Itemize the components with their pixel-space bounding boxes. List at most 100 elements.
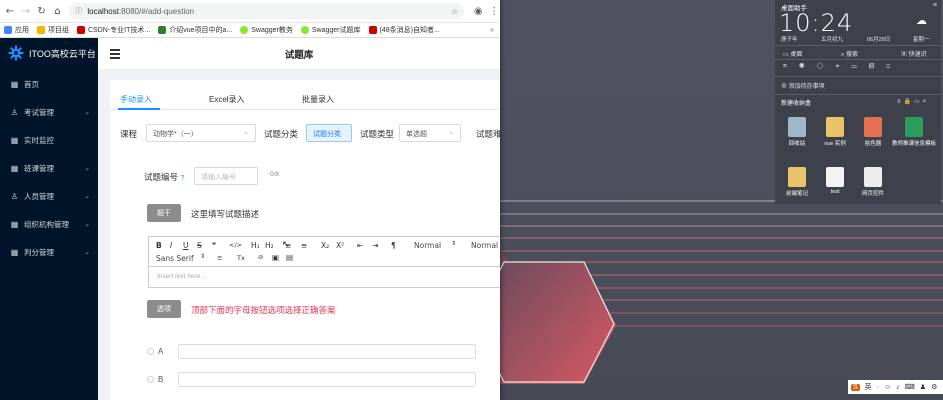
address-bar[interactable]: ⓘ localhost:8080/#/add-question ☆ <box>69 3 465 19</box>
chevron-down-icon: ⌄ <box>84 109 90 116</box>
bullet-list-button[interactable]: ≡ <box>301 241 307 250</box>
underline-button[interactable]: U <box>183 241 189 250</box>
sidebar-item-people[interactable]: ♙ 人员管理 ⌄ <box>0 182 98 210</box>
skin-icon[interactable]: ♟ <box>920 383 926 391</box>
add-todo-button[interactable]: ⊕ 添加待办事项 <box>781 81 825 90</box>
italic-button[interactable]: I <box>170 241 172 250</box>
browser-menu-icon[interactable]: ⋮ <box>488 5 500 17</box>
desktop-icon-recycle-bin[interactable]: 回收站 <box>777 117 817 147</box>
bookmark-apps[interactable]: 应用 <box>4 25 29 35</box>
menu-icon[interactable]: ≡ <box>933 2 937 9</box>
tab-batch[interactable]: 批量录入 <box>302 94 334 105</box>
type-select[interactable]: 单选题 ⌄ <box>399 124 461 142</box>
tab-quick[interactable]: ▣ 快速识 <box>901 49 927 58</box>
bookmark-swagger-question[interactable]: Swagger试题库 <box>300 25 361 35</box>
logo-text: ITOO高校云平台 <box>29 48 96 59</box>
info-icon[interactable]: ⓘ <box>75 6 82 16</box>
back-icon[interactable]: ← <box>4 5 16 17</box>
emoji-icon[interactable]: ☺ <box>884 384 891 391</box>
bookmark-csdn[interactable]: CSDN-专业IT技术... <box>77 25 150 35</box>
more-bookmarks-icon[interactable]: » <box>490 27 494 34</box>
superscript-button[interactable]: X² <box>336 241 344 250</box>
quote-button[interactable]: ❞ <box>212 241 216 250</box>
sidebar-item-grading[interactable]: ▦ 判分管理 ⌄ <box>0 238 98 266</box>
indent-button[interactable]: ⇥ <box>372 241 378 250</box>
subscript-button[interactable]: X₂ <box>321 241 329 250</box>
sidebar-item-exam[interactable]: ♙ 考试管理 ⌄ <box>0 98 98 126</box>
tab-manual[interactable]: 手动录入 <box>120 94 152 105</box>
settings-icon[interactable]: ⚙ <box>931 383 937 391</box>
desktop-icon-template[interactable]: 教师推课信息模板 <box>891 117 937 147</box>
h1-button[interactable]: H₁ <box>251 241 260 250</box>
option-b-label: B <box>158 375 164 384</box>
bookmark-swagger-edu[interactable]: Swagger教务 <box>240 25 293 35</box>
sidebar-item-org[interactable]: ▦ 组织机构管理 ⌄ <box>0 210 98 238</box>
clear-format-button[interactable]: Tx <box>237 254 245 262</box>
option-a-radio[interactable] <box>147 348 154 355</box>
options-button[interactable]: 选项 <box>147 300 181 318</box>
code-button[interactable]: </> <box>229 241 242 249</box>
desktop-icon-color-picker[interactable]: 拾色器 <box>853 117 893 147</box>
font-select[interactable]: Sans Serif <box>156 254 194 263</box>
tab-desktop[interactable]: ▭ 桌面 <box>783 49 802 58</box>
rich-editor-body[interactable]: Insert text here ... <box>148 266 500 288</box>
desktop-icon-vue[interactable]: vue 实例 <box>815 117 855 147</box>
outdent-button[interactable]: ⇤ <box>357 241 363 250</box>
sidebar-item-monitor[interactable]: ▦ 实时监控 <box>0 126 98 154</box>
size-select[interactable]: Normal <box>414 241 441 250</box>
account-icon[interactable]: ◉ <box>472 5 484 17</box>
sidebar-item-class[interactable]: ▦ 班课管理 ⌄ <box>0 154 98 182</box>
bookmark-messages[interactable]: (48条消息)自知者... <box>368 25 440 35</box>
option-a-label: A <box>158 347 164 356</box>
option-a-input[interactable] <box>178 344 476 359</box>
app-logo[interactable]: ITOO高校云平台 <box>0 38 98 68</box>
sidebar-item-home[interactable]: ▦ 首页 <box>0 70 98 98</box>
reload-icon[interactable]: ↻ <box>36 5 48 17</box>
tab-excel[interactable]: Excel录入 <box>209 94 245 105</box>
h2-button[interactable]: H₂ <box>265 241 274 250</box>
sogou-icon[interactable]: S <box>851 383 860 391</box>
tab-search[interactable]: ⌕ 搜索 <box>841 49 858 59</box>
bookmark-project-group[interactable]: 项目组 <box>37 25 69 35</box>
desktop-icon-test[interactable]: test <box>815 167 855 195</box>
user-icon: ♙ <box>10 107 19 117</box>
video-icon[interactable]: ▤ <box>286 253 293 262</box>
forward-icon[interactable]: → <box>20 5 32 17</box>
folder-controls[interactable]: ≡🔒▭× <box>897 98 929 105</box>
category-label: 试题分类 <box>264 129 299 139</box>
course-select[interactable]: 动物学*（一） ⌄ <box>146 124 256 142</box>
option-b-input[interactable] <box>178 372 476 387</box>
category-select[interactable]: 试题分类 <box>306 124 352 142</box>
help-icon[interactable]: ? <box>180 175 184 182</box>
strike-button[interactable]: S <box>197 241 202 250</box>
option-b-radio[interactable] <box>147 376 154 383</box>
mic-icon[interactable]: ♪ <box>896 384 900 391</box>
bold-button[interactable]: B <box>156 241 162 250</box>
link-icon[interactable]: ⊘ <box>258 253 263 261</box>
ime-taskbar: S 英 · ☺ ♪ ⌨ ♟ ⚙ <box>848 380 943 394</box>
code-input[interactable]: 请输入编号 <box>194 167 258 185</box>
punctuation-icon[interactable]: · <box>877 384 879 391</box>
assistant-tool-icons[interactable]: ⌗◉◇⌖▭▨◻ <box>783 63 902 71</box>
logo-gear-icon <box>8 45 24 61</box>
rtl-button[interactable]: ¶ <box>391 241 396 250</box>
code-counter: 0/8 <box>270 171 280 178</box>
bookmark-star-icon[interactable]: ☆ <box>451 7 458 16</box>
desktop-icon-notes[interactable]: 前端笔记 <box>777 167 817 197</box>
main-content: 手动录入 Excel录入 批量录入 课程 动物学*（一） ⌄ 试题分类 试题分类 … <box>98 70 500 400</box>
align-button[interactable]: ≡ <box>217 254 222 262</box>
keyboard-icon[interactable]: ⌨ <box>905 383 915 391</box>
tab-active-indicator <box>118 108 160 110</box>
stem-button[interactable]: 题干 <box>147 204 181 222</box>
chevron-down-icon: ⌄ <box>84 221 90 228</box>
options-hint: 顶部下面的字母按钮选项选择正确答案 <box>191 305 336 315</box>
weather-icon[interactable]: ☁ <box>916 14 927 27</box>
header-select[interactable]: Normal <box>471 241 498 250</box>
home-icon[interactable]: ⌂ <box>52 5 64 17</box>
image-icon[interactable]: ▣ <box>272 253 279 262</box>
desktop-icon-web-control[interactable]: 网页控件 <box>853 167 893 197</box>
chevron-updown-icon: ⇕ <box>451 240 457 247</box>
rich-editor-toolbar: B I U S ❞ </> H₁ H₂ ≡ ≡ X₂ X² ⇤ ⇥ ¶ Norm… <box>148 236 500 266</box>
bookmark-vue-intro[interactable]: 介绍vue项目中的a... <box>158 25 232 35</box>
ime-mode[interactable]: 英 <box>865 382 872 392</box>
